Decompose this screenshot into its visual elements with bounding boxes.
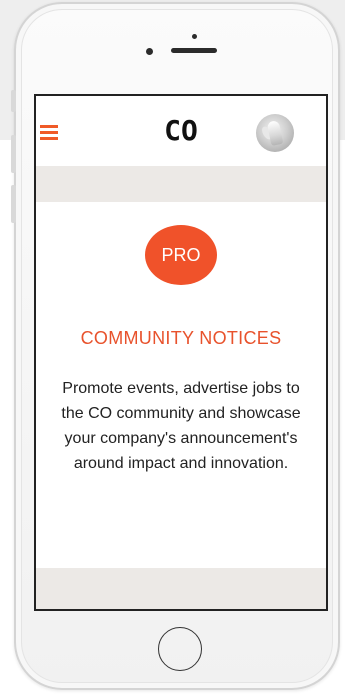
pro-badge: PRO <box>145 225 217 285</box>
pro-badge-label: PRO <box>161 244 201 265</box>
app-header: CO <box>36 96 326 166</box>
top-band <box>36 166 326 202</box>
section-title: COMMUNITY NOTICES <box>80 328 282 348</box>
hamburger-icon[interactable] <box>40 125 58 141</box>
mute-switch <box>11 90 16 112</box>
app-screen: CO PRO COMMUNITY NOTICES Promote events,… <box>34 94 328 611</box>
front-camera <box>146 48 153 55</box>
volume-down-button <box>11 185 16 223</box>
proximity-sensor <box>192 34 197 39</box>
bottom-band <box>36 568 326 609</box>
earpiece-speaker <box>171 48 217 53</box>
profile-avatar[interactable] <box>256 114 294 152</box>
brand-logo[interactable]: CO <box>146 114 216 147</box>
volume-up-button <box>11 135 16 173</box>
feature-description: Promote events, advertise jobs to the CO… <box>61 380 301 472</box>
home-button[interactable] <box>158 627 202 671</box>
